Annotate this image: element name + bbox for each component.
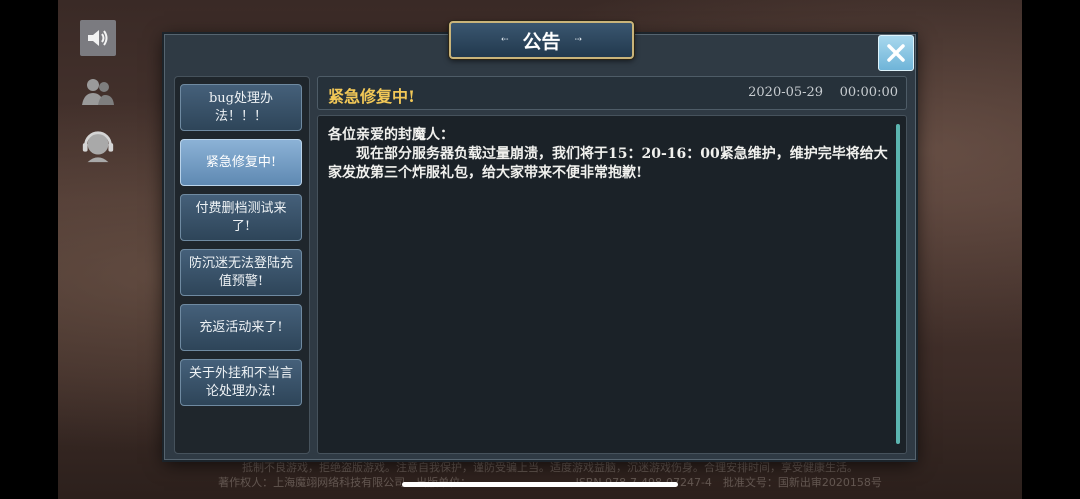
close-button[interactable] xyxy=(878,35,914,71)
customer-service-icon[interactable] xyxy=(80,128,116,164)
notice-item-urgent-fix[interactable]: 紧急修复中! xyxy=(180,139,302,186)
notice-item-anti-addiction[interactable]: 防沉迷无法登陆充值预警! xyxy=(180,249,302,296)
notice-item-bug[interactable]: bug处理办法！！！ xyxy=(180,84,302,131)
announcement-title: ⇠ 公告 ⇢ xyxy=(449,21,634,59)
notice-greeting: 各位亲爱的封魔人： xyxy=(328,127,454,143)
notice-timestamp: 2020-05-29 00:00:00 xyxy=(748,85,898,100)
notice-item-paid-test[interactable]: 付费删档测试来了! xyxy=(180,194,302,241)
notice-paragraph: 现在部分服务器负载过量崩溃，我们将于15：20-16：00紧急维护，维护完毕将给… xyxy=(328,146,888,181)
notice-title: 紧急修复中! xyxy=(328,87,416,106)
notice-body: 各位亲爱的封魔人： 现在部分服务器负载过量崩溃，我们将于15：20-16：00紧… xyxy=(328,126,888,183)
ornament-right-icon: ⇢ xyxy=(574,35,583,45)
close-icon xyxy=(887,44,905,62)
home-indicator[interactable] xyxy=(402,482,678,487)
notice-item-recharge-event[interactable]: 充返活动来了! xyxy=(180,304,302,351)
notice-header: 紧急修复中! 2020-05-29 00:00:00 xyxy=(317,76,907,110)
friends-icon[interactable] xyxy=(80,74,116,110)
notice-content[interactable]: 各位亲爱的封魔人： 现在部分服务器负载过量崩溃，我们将于15：20-16：00紧… xyxy=(317,115,907,454)
notice-date: 2020-05-29 xyxy=(748,85,824,100)
notice-time: 00:00:00 xyxy=(839,85,898,100)
content-scrollbar[interactable] xyxy=(896,124,900,444)
footer-disclaimer: 抵制不良游戏，拒绝盗版游戏。注意自我保护，谨防受骗上当。适度游戏益脑，沉迷游戏伤… xyxy=(242,461,858,474)
ornament-left-icon: ⇠ xyxy=(500,35,509,45)
speaker-icon[interactable] xyxy=(80,20,116,56)
notice-item-cheat-policy[interactable]: 关于外挂和不当言论处理办法! xyxy=(180,359,302,406)
dialog-title: 公告 xyxy=(522,30,561,53)
